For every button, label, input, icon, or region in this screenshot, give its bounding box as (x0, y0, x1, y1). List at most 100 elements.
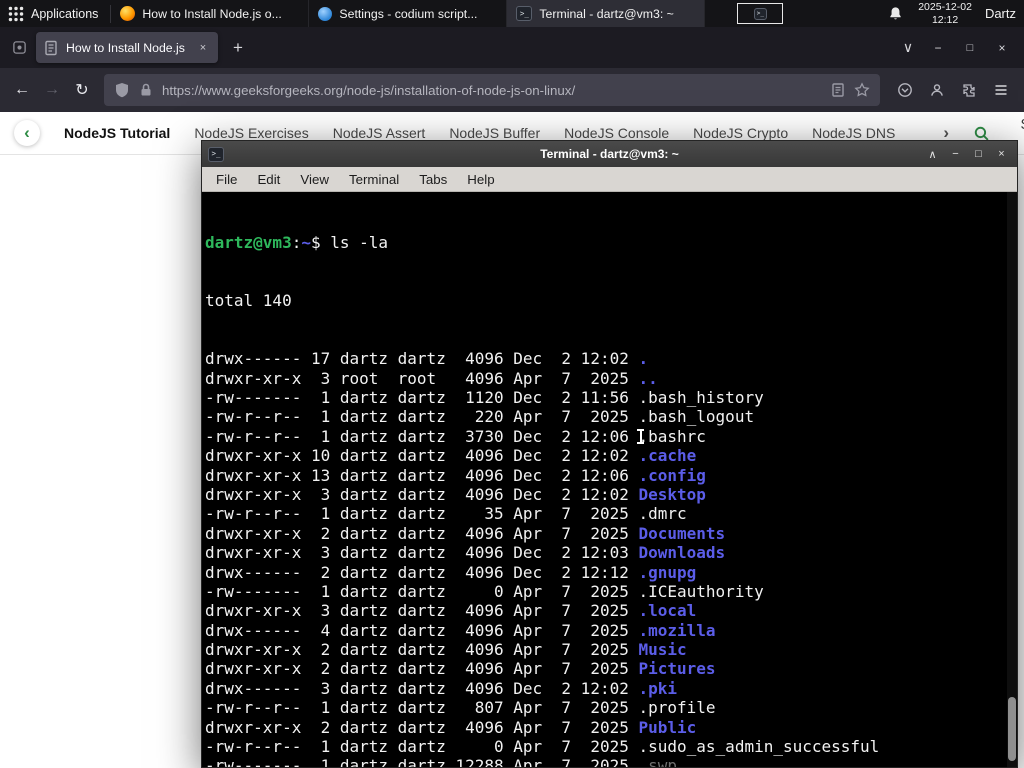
terminal-listing-row: drwxr-xr-x 2 dartz dartz 4096 Apr 7 2025… (205, 718, 1005, 737)
tab-close-button[interactable]: × (195, 40, 211, 56)
workspace-switcher[interactable]: >_ (737, 3, 784, 24)
listing-filename: .gnupg (638, 562, 697, 582)
navbar-item-nodejs-tutorial[interactable]: NodeJS Tutorial (64, 125, 170, 141)
listing-row-details: drwx------ 3 dartz dartz 4096 Dec 2 12:0… (205, 678, 639, 698)
listing-row-details: -rw------- 1 dartz dartz 12288 Apr 7 202… (205, 756, 639, 767)
taskbar-window-terminal[interactable]: >_ Terminal - dartz@vm3: ~ (507, 0, 706, 27)
clock-time: 12:12 (931, 13, 959, 26)
menu-file[interactable]: File (206, 167, 247, 191)
back-button[interactable]: ← (8, 76, 36, 104)
navbar-item-nodejs-assert[interactable]: NodeJS Assert (333, 125, 426, 141)
taskbar-window-title: Settings - codium script... (339, 6, 478, 21)
listing-filename: Documents (638, 523, 726, 543)
terminal-listing-row: drwxr-xr-x 3 dartz dartz 4096 Dec 2 12:0… (205, 485, 1005, 504)
sign-in-button[interactable]: Sign In (1018, 117, 1024, 149)
terminal-listing-row: drwxr-xr-x 2 dartz dartz 4096 Apr 7 2025… (205, 659, 1005, 678)
reload-button[interactable]: ↻ (68, 76, 96, 104)
bookmark-star-icon[interactable] (854, 82, 870, 98)
browser-close-button[interactable]: × (986, 34, 1018, 62)
navbar-item-nodejs-crypto[interactable]: NodeJS Crypto (693, 125, 788, 141)
taskbar-window-vscodium[interactable]: Settings - codium script... (309, 0, 508, 27)
listing-row-details: drwxr-xr-x 2 dartz dartz 4096 Apr 7 2025 (205, 717, 639, 737)
terminal-icon: >_ (208, 146, 224, 162)
taskbar-status-area: 2025-12-02 12:12 Dartz (885, 1, 1024, 26)
url-bar[interactable]: https://www.geeksforgeeks.org/node-js/in… (104, 74, 880, 106)
list-all-tabs-button[interactable]: ∨ (894, 34, 922, 62)
browser-maximize-button[interactable]: □ (954, 34, 986, 62)
firefox-view-button[interactable] (6, 35, 32, 61)
tracking-shield-icon (116, 83, 128, 98)
terminal-close-button[interactable]: × (992, 145, 1011, 163)
listing-row-details: -rw-r--r-- 1 dartz dartz 35 Apr 7 2025 (205, 504, 639, 524)
lock-icon (141, 83, 151, 96)
browser-tab[interactable]: How to Install Node.js on × (36, 32, 218, 63)
listing-filename: Desktop (638, 484, 706, 504)
menu-terminal[interactable]: Terminal (339, 167, 409, 191)
terminal-listing-row: -rw-r--r-- 1 dartz dartz 220 Apr 7 2025 … (205, 407, 1005, 426)
taskbar-window-title: How to Install Node.js o... (142, 6, 282, 21)
terminal-total-line: total 140 (205, 291, 292, 311)
terminal-listing-row: drwxr-xr-x 10 dartz dartz 4096 Dec 2 12:… (205, 446, 1005, 465)
account-button[interactable] (922, 75, 952, 105)
forward-button[interactable]: → (38, 76, 66, 104)
menu-view[interactable]: View (290, 167, 339, 191)
new-tab-button[interactable]: + (224, 34, 252, 62)
listing-filename: Music (638, 640, 687, 660)
terminal-listing-row: drwx------ 3 dartz dartz 4096 Dec 2 12:0… (205, 679, 1005, 698)
navbar-item-nodejs-exercises[interactable]: NodeJS Exercises (194, 125, 308, 141)
listing-row-details: drwx------ 4 dartz dartz 4096 Apr 7 2025 (205, 620, 639, 640)
reader-mode-icon[interactable] (830, 82, 846, 98)
tab-title: How to Install Node.js on (66, 40, 188, 55)
taskbar-window-firefox[interactable]: How to Install Node.js o... (111, 0, 310, 27)
listing-row-details: -rw------- 1 dartz dartz 1120 Dec 2 11:5… (205, 388, 639, 407)
terminal-titlebar[interactable]: >_ Terminal - dartz@vm3: ~ ∧ − □ × (202, 141, 1017, 167)
tab-strip: How to Install Node.js on × + ∨ − □ × (0, 27, 1024, 68)
terminal-shade-button[interactable]: ∧ (923, 145, 942, 163)
terminal-minimize-button[interactable]: − (946, 145, 965, 163)
notifications-button[interactable] (885, 4, 905, 24)
terminal-window: >_ Terminal - dartz@vm3: ~ ∧ − □ × File … (201, 140, 1018, 768)
mouse-text-cursor (636, 429, 645, 444)
terminal-scrollbar-thumb[interactable] (1008, 697, 1016, 761)
terminal-menubar: File Edit View Terminal Tabs Help (202, 167, 1017, 192)
listing-filename: .bash_history (638, 388, 764, 407)
applications-grid-icon (8, 6, 24, 21)
listing-row-details: drwxr-xr-x 13 dartz dartz 4096 Dec 2 12:… (205, 465, 639, 485)
terminal-scrollbar[interactable] (1007, 192, 1017, 767)
navbar-item-nodejs-dns[interactable]: NodeJS DNS (812, 125, 895, 141)
extensions-button[interactable] (954, 75, 984, 105)
navbar-item-nodejs-console[interactable]: NodeJS Console (564, 125, 669, 141)
listing-filename: .dmrc (638, 504, 687, 524)
terminal-listing-row: -rw-r--r-- 1 dartz dartz 807 Apr 7 2025 … (205, 698, 1005, 717)
menu-help[interactable]: Help (457, 167, 504, 191)
navbar-item-nodejs-buffer[interactable]: NodeJS Buffer (449, 125, 540, 141)
listing-filename: .cache (638, 446, 697, 466)
menu-button[interactable] (986, 75, 1016, 105)
listing-row-details: -rw------- 1 dartz dartz 0 Apr 7 2025 (205, 581, 639, 601)
terminal-listing-row: drwx------ 17 dartz dartz 4096 Dec 2 12:… (205, 349, 1005, 368)
terminal-listing-row: -rw-r--r-- 1 dartz dartz 35 Apr 7 2025 .… (205, 504, 1005, 523)
listing-row-details: drwx------ 17 dartz dartz 4096 Dec 2 12:… (205, 349, 639, 369)
terminal-listing-row: -rw------- 1 dartz dartz 1120 Dec 2 11:5… (205, 388, 1005, 407)
terminal-listing-row: drwxr-xr-x 2 dartz dartz 4096 Apr 7 2025… (205, 640, 1005, 659)
listing-row-details: drwx------ 2 dartz dartz 4096 Dec 2 12:1… (205, 562, 639, 582)
browser-minimize-button[interactable]: − (922, 34, 954, 62)
desktop-taskbar: Applications How to Install Node.js o...… (0, 0, 1024, 27)
listing-filename: .local (638, 601, 697, 621)
terminal-listing-row: drwx------ 2 dartz dartz 4096 Dec 2 12:1… (205, 563, 1005, 582)
nav-scroll-left-button[interactable]: ‹ (14, 120, 40, 146)
clock[interactable]: 2025-12-02 12:12 (918, 1, 972, 26)
applications-menu-button[interactable]: Applications (0, 0, 110, 27)
listing-filename: Pictures (638, 659, 716, 679)
menu-edit[interactable]: Edit (247, 167, 290, 191)
page-favicon (45, 40, 57, 55)
pocket-button[interactable] (890, 75, 920, 105)
menu-tabs[interactable]: Tabs (409, 167, 457, 191)
terminal-maximize-button[interactable]: □ (969, 145, 988, 163)
listing-row-details: -rw-r--r-- 1 dartz dartz 0 Apr 7 2025 (205, 737, 639, 757)
terminal-window-controls: ∧ − □ × (923, 145, 1011, 163)
firefox-view-icon (12, 41, 26, 54)
terminal-screen[interactable]: dartz@vm3:~$ ls -la total 140 drwx------… (202, 192, 1017, 767)
clock-date: 2025-12-02 (918, 0, 972, 13)
listing-row-details: drwxr-xr-x 2 dartz dartz 4096 Apr 7 2025 (205, 640, 639, 660)
